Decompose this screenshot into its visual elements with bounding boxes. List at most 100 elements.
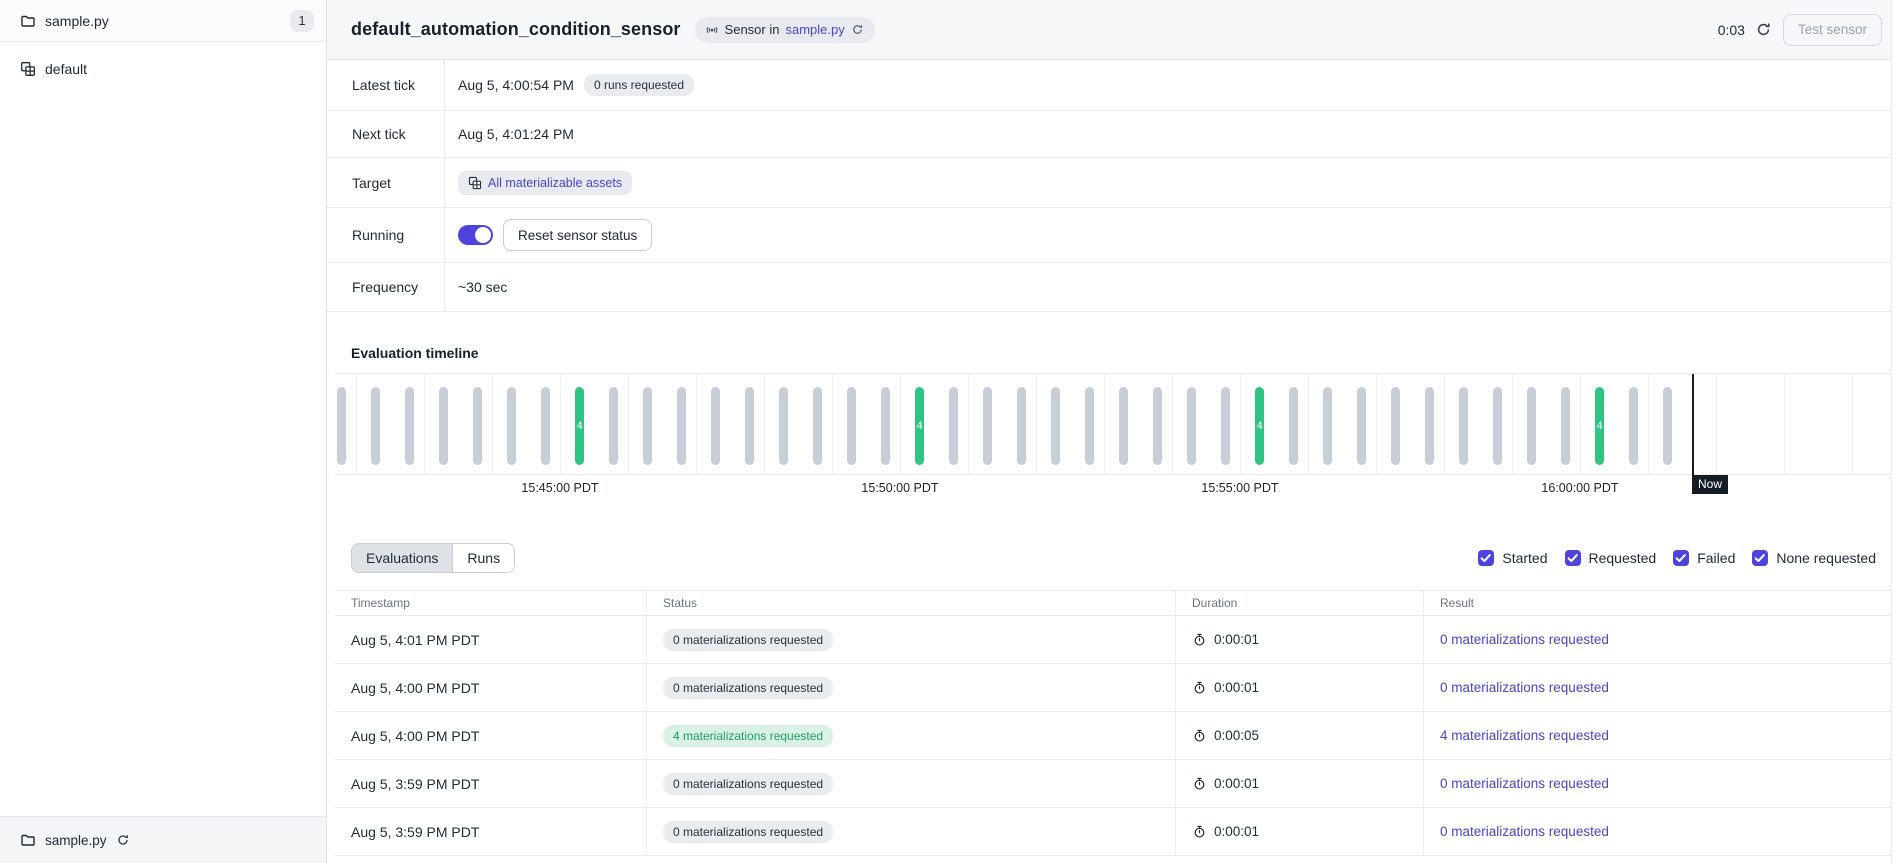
tick-bar-none[interactable] <box>847 387 856 465</box>
tick-bar-none[interactable] <box>507 387 516 465</box>
timestamp-value: Aug 5, 4:00 PM PDT <box>351 680 479 696</box>
tick-bar-none[interactable] <box>677 387 686 465</box>
cell-status: 0 materializations requested <box>647 664 1176 711</box>
tick-bar-none[interactable] <box>1391 387 1400 465</box>
sidebar-footer[interactable]: sample.py <box>0 816 326 863</box>
tick-bar-none[interactable] <box>1017 387 1026 465</box>
tick-bar-none[interactable] <box>473 387 482 465</box>
cell-status: 4 materializations requested <box>647 712 1176 759</box>
tick-bar-none[interactable] <box>711 387 720 465</box>
duration-value: 0:00:01 <box>1214 680 1259 695</box>
timestamp-value: Aug 5, 4:01 PM PDT <box>351 632 479 648</box>
evaluation-timeline-chart: 4444 15:45:00 PDT15:50:00 PDT15:55:00 PD… <box>335 373 1891 499</box>
tick-bar-none[interactable] <box>881 387 890 465</box>
filter-started[interactable]: Started <box>1478 550 1547 566</box>
tick-bar-none[interactable] <box>609 387 618 465</box>
tick-bar-none[interactable] <box>1629 387 1638 465</box>
timeline-gridline <box>1784 374 1785 474</box>
result-link[interactable]: 0 materializations requested <box>1440 776 1609 791</box>
sidebar-file-header[interactable]: sample.py 1 <box>0 0 326 42</box>
tick-run-count: 4 <box>1256 420 1262 432</box>
tick-bar-none[interactable] <box>779 387 788 465</box>
timeline-gridline <box>968 374 969 474</box>
status-badge: 0 materializations requested <box>663 773 833 795</box>
tick-bar-none[interactable] <box>541 387 550 465</box>
cell-result: 0 materializations requested <box>1424 808 1891 855</box>
tick-run-count: 4 <box>576 420 582 432</box>
tick-bar-none[interactable] <box>1289 387 1298 465</box>
checkbox-checked-icon[interactable] <box>1673 550 1689 566</box>
result-link[interactable]: 4 materializations requested <box>1440 728 1609 743</box>
tick-bar-none[interactable] <box>1119 387 1128 465</box>
next-tick-time: Aug 5, 4:01:24 PM <box>458 126 574 142</box>
tab-runs[interactable]: Runs <box>452 544 514 572</box>
target-chip-label: All materializable assets <box>488 176 622 190</box>
header-actions: 0:03 Test sensor <box>1718 14 1882 46</box>
result-link[interactable]: 0 materializations requested <box>1440 824 1609 839</box>
tick-bar-none[interactable] <box>1323 387 1332 465</box>
tick-bar-requested[interactable]: 4 <box>1595 387 1604 465</box>
result-link[interactable]: 0 materializations requested <box>1440 680 1609 695</box>
tick-bar-none[interactable] <box>1663 387 1672 465</box>
filter-none-requested[interactable]: None requested <box>1752 550 1876 566</box>
evaluation-row: Aug 5, 4:00 PM PDT 0 materializations req… <box>335 664 1891 712</box>
filter-label: Started <box>1502 550 1547 566</box>
filter-failed[interactable]: Failed <box>1673 550 1735 566</box>
refresh-icon[interactable] <box>1755 21 1773 39</box>
reset-sensor-status-button[interactable]: Reset sensor status <box>503 219 652 251</box>
sensor-chip-file-link[interactable]: sample.py <box>785 22 844 37</box>
running-toggle[interactable] <box>458 225 493 245</box>
sidebar-file-label: sample.py <box>45 13 109 29</box>
sidebar-item-default[interactable]: default <box>0 52 326 86</box>
tick-bar-requested[interactable]: 4 <box>915 387 924 465</box>
tick-bar-none[interactable] <box>1085 387 1094 465</box>
tick-bar-none[interactable] <box>1153 387 1162 465</box>
tick-bar-none[interactable] <box>643 387 652 465</box>
toggle-knob <box>475 227 491 243</box>
tick-bar-none[interactable] <box>1459 387 1468 465</box>
cell-duration: 0:00:01 <box>1176 664 1424 711</box>
tick-bar-none[interactable] <box>813 387 822 465</box>
checkbox-checked-icon[interactable] <box>1565 550 1581 566</box>
timeline-gridline <box>560 374 561 474</box>
tick-bar-none[interactable] <box>405 387 414 465</box>
tick-bar-none[interactable] <box>1187 387 1196 465</box>
tick-bar-requested[interactable]: 4 <box>1255 387 1264 465</box>
filter-requested[interactable]: Requested <box>1565 550 1657 566</box>
tick-bar-none[interactable] <box>337 387 346 465</box>
meta-row-frequency: Frequency ~30 sec <box>327 263 1898 312</box>
duration-value: 0:00:01 <box>1214 776 1259 791</box>
sensor-location-chip[interactable]: Sensor in sample.py <box>695 17 875 43</box>
tick-bar-none[interactable] <box>1357 387 1366 465</box>
tick-bar-none[interactable] <box>1425 387 1434 465</box>
meta-label: Target <box>327 158 445 207</box>
status-badge: 0 materializations requested <box>663 629 833 651</box>
cell-result: 4 materializations requested <box>1424 712 1891 759</box>
tab-evaluations[interactable]: Evaluations <box>352 544 452 572</box>
tick-bar-none[interactable] <box>1051 387 1060 465</box>
tick-bar-none[interactable] <box>1221 387 1230 465</box>
checkbox-checked-icon[interactable] <box>1478 550 1494 566</box>
tick-bar-none[interactable] <box>439 387 448 465</box>
test-sensor-button[interactable]: Test sensor <box>1783 14 1882 46</box>
filter-label: None requested <box>1776 550 1876 566</box>
tick-bar-none[interactable] <box>745 387 754 465</box>
result-link[interactable]: 0 materializations requested <box>1440 632 1609 647</box>
table-body: Aug 5, 4:01 PM PDT 0 materializations req… <box>335 616 1891 856</box>
tick-bar-none[interactable] <box>949 387 958 465</box>
tick-bar-none[interactable] <box>1561 387 1570 465</box>
timeline-gridline <box>628 374 629 474</box>
sidebar-footer-label: sample.py <box>45 833 107 848</box>
tick-bar-none[interactable] <box>1493 387 1502 465</box>
scrollbar-track[interactable] <box>1891 0 1898 863</box>
tick-bar-requested[interactable]: 4 <box>575 387 584 465</box>
tick-bar-none[interactable] <box>371 387 380 465</box>
tick-bar-none[interactable] <box>983 387 992 465</box>
reload-location-icon[interactable] <box>116 833 130 847</box>
refresh-icon[interactable] <box>851 23 865 37</box>
tick-bar-none[interactable] <box>1527 387 1536 465</box>
target-assets-chip[interactable]: All materializable assets <box>458 171 632 195</box>
checkbox-checked-icon[interactable] <box>1752 550 1768 566</box>
status-badge: 0 materializations requested <box>663 677 833 699</box>
timeline-gridline <box>1580 374 1581 474</box>
